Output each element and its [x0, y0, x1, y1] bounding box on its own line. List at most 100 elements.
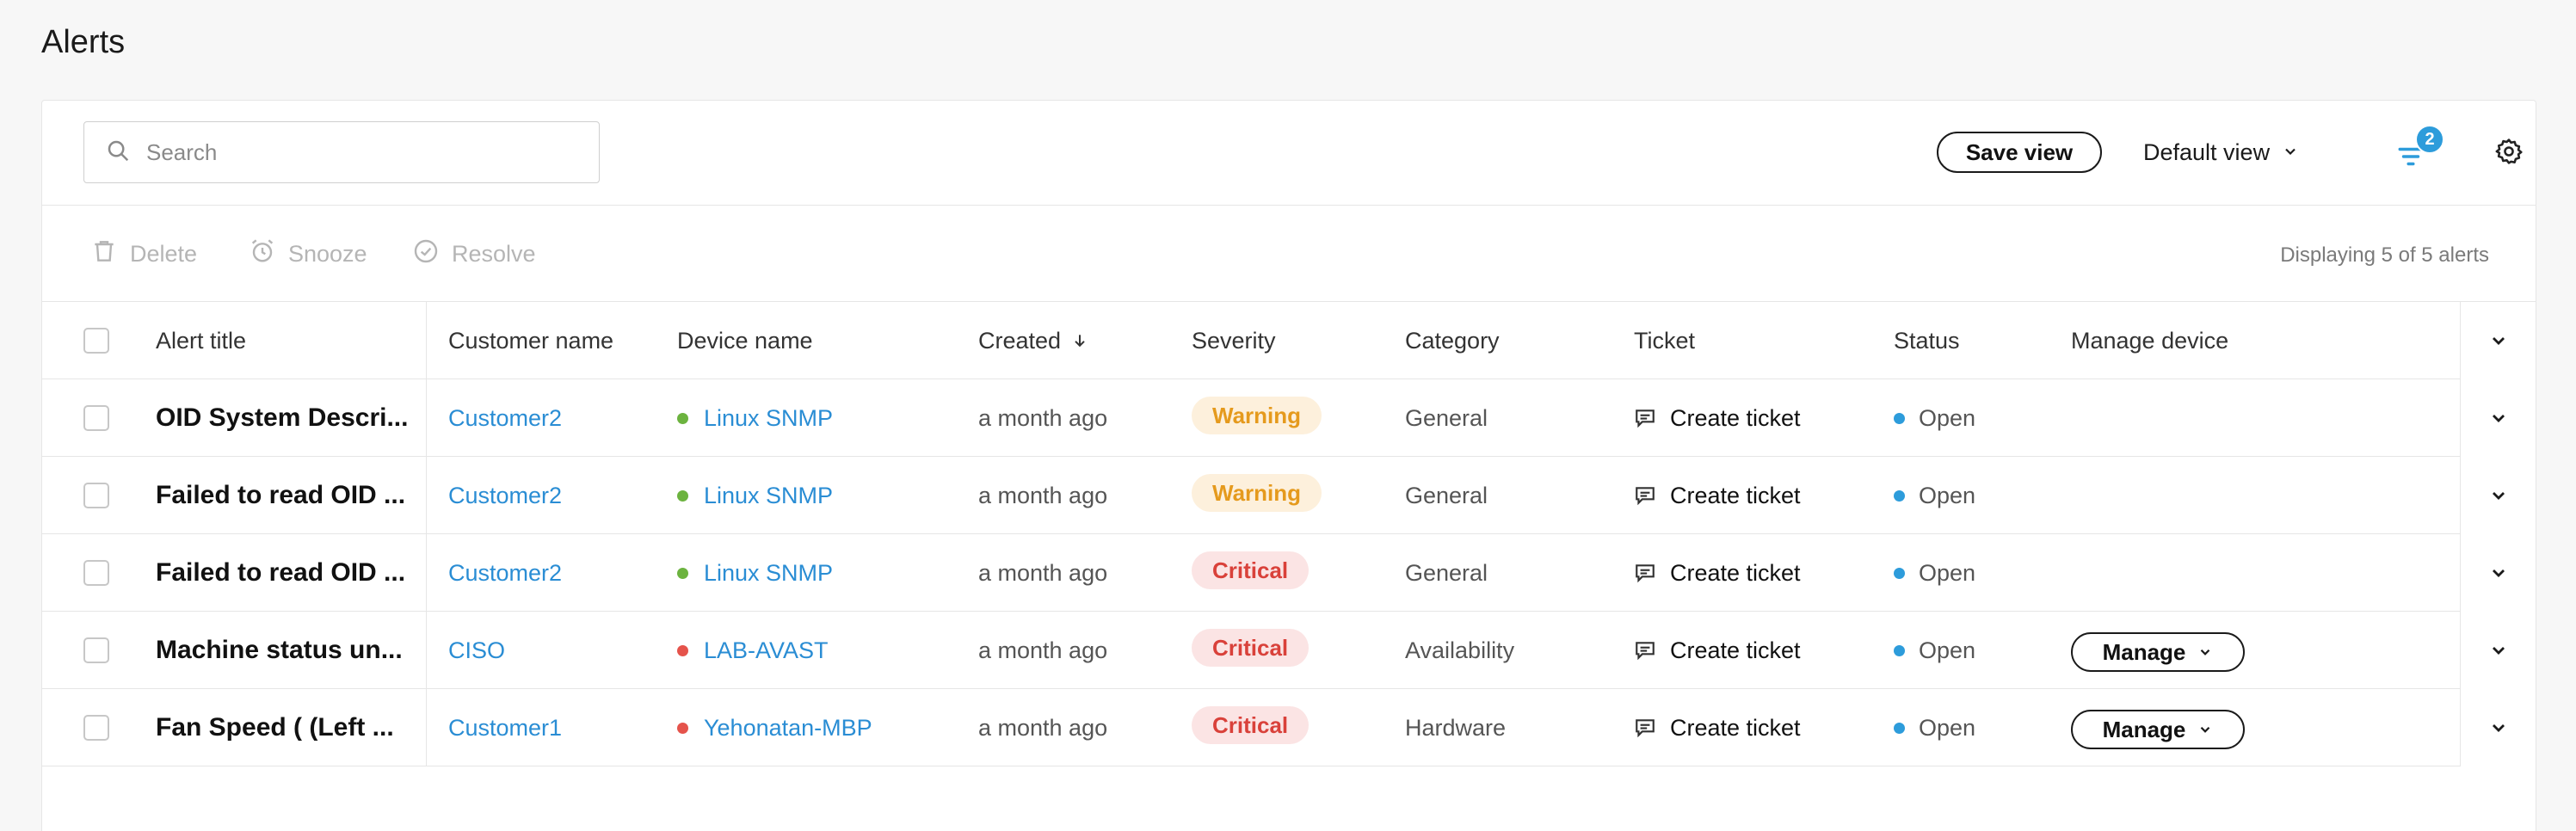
col-header-alert-title[interactable]: Alert title — [156, 302, 246, 379]
delete-button[interactable]: Delete — [90, 238, 197, 269]
filter-button[interactable]: 2 — [2396, 125, 2444, 171]
default-view-dropdown[interactable]: Default view — [2143, 132, 2299, 173]
table-body: OID System Descri... Customer2 Linux SNM… — [42, 379, 2536, 766]
alert-title[interactable]: Failed to read OID ... — [156, 534, 414, 612]
search-input[interactable] — [146, 138, 559, 166]
device-status-dot — [677, 489, 688, 502]
device-name-label: Yehonatan-MBP — [704, 714, 872, 741]
chat-icon — [1636, 719, 1655, 738]
device-name-label: Linux SNMP — [704, 559, 834, 586]
manage-device-button[interactable]: Manage — [2071, 710, 2245, 749]
create-ticket-button[interactable]: Create ticket — [1634, 457, 1801, 534]
device-status-dot — [677, 412, 688, 424]
create-ticket-button[interactable]: Create ticket — [1634, 534, 1801, 612]
customer-name-link[interactable]: Customer2 — [448, 379, 562, 457]
alert-title[interactable]: Fan Speed ( (Left ... — [156, 689, 414, 766]
status-cell: Open — [1894, 534, 1975, 612]
manage-device-button[interactable]: Manage — [2071, 632, 2245, 672]
severity-badge: Warning — [1192, 474, 1322, 512]
table-header-row: Alert title Customer name Device name Cr… — [42, 302, 2536, 379]
create-ticket-button[interactable]: Create ticket — [1634, 689, 1801, 766]
col-header-device-name[interactable]: Device name — [677, 302, 813, 379]
status-label: Open — [1919, 637, 1976, 663]
device-name-link[interactable]: Linux SNMP — [677, 457, 833, 534]
manage-label: Manage — [2102, 638, 2186, 665]
severity-cell: Warning — [1192, 379, 1322, 457]
col-header-created[interactable]: Created — [978, 302, 1088, 379]
chat-icon — [1636, 564, 1655, 583]
col-header-category[interactable]: Category — [1405, 302, 1500, 379]
row-expand-button[interactable] — [2460, 379, 2536, 457]
snooze-button[interactable]: Snooze — [249, 238, 367, 269]
severity-badge: Critical — [1192, 629, 1310, 667]
select-all-checkbox-cell — [83, 302, 109, 379]
row-checkbox[interactable] — [83, 483, 109, 508]
create-ticket-label: Create ticket — [1670, 482, 1801, 508]
chat-icon — [1636, 487, 1655, 506]
category: General — [1405, 482, 1488, 508]
col-header-customer-name[interactable]: Customer name — [448, 302, 613, 379]
alert-title[interactable]: Failed to read OID ... — [156, 457, 414, 534]
select-all-checkbox[interactable] — [83, 328, 109, 354]
expand-all-button[interactable] — [2460, 302, 2536, 379]
alerts-card: Save view Default view 2 Delete — [41, 100, 2536, 831]
status-dot — [1894, 412, 1905, 424]
created-time: a month ago — [978, 714, 1108, 741]
table-row[interactable]: Failed to read OID ... Customer2 Linux S… — [42, 534, 2536, 612]
create-ticket-button[interactable]: Create ticket — [1634, 612, 1801, 689]
create-ticket-label: Create ticket — [1670, 637, 1801, 663]
col-header-status[interactable]: Status — [1894, 302, 1960, 379]
col-header-severity[interactable]: Severity — [1192, 302, 1276, 379]
row-checkbox[interactable] — [83, 715, 109, 741]
severity-badge: Warning — [1192, 397, 1322, 434]
create-ticket-button[interactable]: Create ticket — [1634, 379, 1801, 457]
device-name-link[interactable]: LAB-AVAST — [677, 612, 829, 689]
table-row[interactable]: Failed to read OID ... Customer2 Linux S… — [42, 457, 2536, 534]
row-expand-button[interactable] — [2460, 534, 2536, 612]
status-label: Open — [1919, 482, 1976, 508]
device-status-dot — [677, 567, 688, 579]
chevron-down-icon — [2201, 649, 2210, 656]
manage-label: Manage — [2102, 716, 2186, 742]
save-view-button[interactable]: Save view — [1937, 132, 2102, 173]
col-header-ticket[interactable]: Ticket — [1634, 302, 1695, 379]
status-label: Open — [1919, 404, 1976, 431]
customer-name-link[interactable]: CISO — [448, 612, 505, 689]
device-name-label: LAB-AVAST — [704, 637, 829, 663]
snooze-label: Snooze — [288, 240, 367, 267]
create-ticket-label: Create ticket — [1670, 714, 1801, 741]
table-row[interactable]: Machine status un... CISO LAB-AVAST a mo… — [42, 612, 2536, 689]
status-label: Open — [1919, 559, 1976, 586]
row-checkbox[interactable] — [83, 560, 109, 586]
row-checkbox-cell — [83, 379, 109, 457]
row-checkbox[interactable] — [83, 637, 109, 663]
device-name-label: Linux SNMP — [704, 482, 834, 508]
settings-button[interactable] — [2494, 137, 2525, 168]
device-name-link[interactable]: Linux SNMP — [677, 534, 833, 612]
status-cell: Open — [1894, 379, 1975, 457]
table-row[interactable]: Fan Speed ( (Left ... Customer1 Yehonata… — [42, 689, 2536, 766]
alert-title[interactable]: OID System Descri... — [156, 379, 414, 457]
chevron-down-icon — [2492, 569, 2505, 577]
row-checkbox-cell — [83, 612, 109, 689]
row-expand-button[interactable] — [2460, 612, 2536, 689]
alert-title[interactable]: Machine status un... — [156, 612, 414, 689]
chat-icon — [1636, 642, 1655, 661]
device-name-link[interactable]: Linux SNMP — [677, 379, 833, 457]
device-name-link[interactable]: Yehonatan-MBP — [677, 689, 872, 766]
resolve-button[interactable]: Resolve — [412, 238, 536, 269]
row-expand-button[interactable] — [2460, 689, 2536, 766]
category: General — [1405, 559, 1488, 586]
customer-name-link[interactable]: Customer2 — [448, 534, 562, 612]
customer-name-link[interactable]: Customer2 — [448, 457, 562, 534]
search-box[interactable] — [83, 121, 600, 183]
customer-name-link[interactable]: Customer1 — [448, 689, 562, 766]
row-expand-button[interactable] — [2460, 457, 2536, 534]
table-row[interactable]: OID System Descri... Customer2 Linux SNM… — [42, 379, 2536, 457]
severity-cell: Critical — [1192, 612, 1310, 689]
created-header-label: Created — [978, 327, 1062, 354]
row-checkbox[interactable] — [83, 405, 109, 431]
status-dot — [1894, 722, 1905, 734]
severity-badge: Critical — [1192, 706, 1310, 744]
severity-cell: Critical — [1192, 534, 1310, 612]
